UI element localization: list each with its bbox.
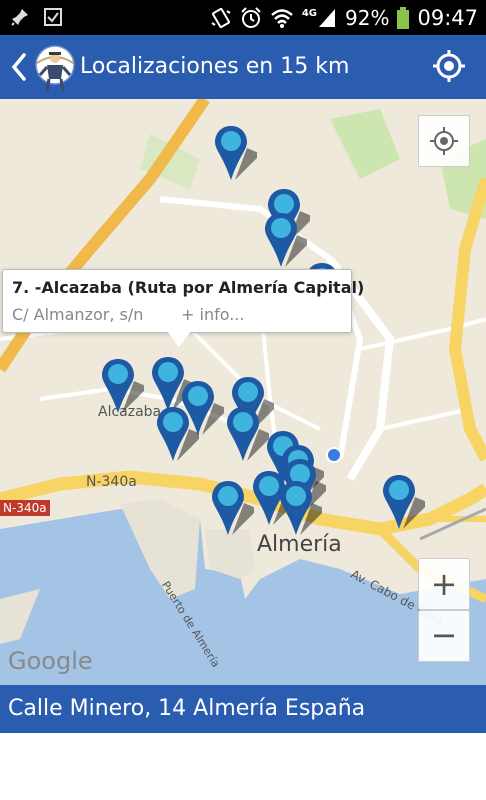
location-pin-icon[interactable] xyxy=(225,405,273,463)
address-bar: Calle Minero, 14 Almería España xyxy=(0,685,486,733)
location-pin-icon[interactable] xyxy=(213,124,261,182)
checkbox-icon xyxy=(44,8,62,26)
road-sign-text: N-340a xyxy=(3,501,47,515)
current-address: Calle Minero, 14 Almería España xyxy=(8,696,366,721)
location-pin-icon[interactable] xyxy=(100,357,148,415)
map-view[interactable]: Alcazaba Almería N-340a N-340a Puerto de… xyxy=(0,99,486,685)
location-pin-icon[interactable] xyxy=(155,405,203,463)
app-logo-icon[interactable] xyxy=(34,41,76,93)
locate-icon[interactable] xyxy=(432,49,466,87)
clock: 09:47 xyxy=(417,5,478,30)
battery-percent: 92% xyxy=(345,5,390,30)
location-pin-icon[interactable] xyxy=(278,479,326,537)
signal-icon: 4G xyxy=(302,7,337,29)
popup-info-link[interactable]: + info... xyxy=(181,305,244,324)
page-title: Localizaciones en 15 km xyxy=(80,54,350,79)
location-pin-icon[interactable] xyxy=(381,473,429,531)
location-pin-icon[interactable] xyxy=(263,211,311,269)
vibrate-icon xyxy=(210,7,232,29)
popup-address: C/ Almanzor, s/n xyxy=(12,305,144,324)
info-popup[interactable]: 7. -Alcazaba (Ruta por Almería Capital) … xyxy=(2,269,364,347)
app-bar: Localizaciones en 15 km xyxy=(0,35,486,99)
location-pin-icon[interactable] xyxy=(210,479,258,537)
zoom-in-icon: + xyxy=(430,565,458,603)
road-label-340a-sign: N-340a xyxy=(0,500,50,516)
zoom-out-button[interactable]: − xyxy=(418,610,470,662)
road-label-n340a: N-340a xyxy=(86,474,137,490)
popup-title: 7. -Alcazaba (Ruta por Almería Capital) xyxy=(12,278,365,297)
back-arrow-icon[interactable] xyxy=(10,52,28,86)
status-bar: 4G 92% 09:47 xyxy=(0,0,486,35)
pin-icon xyxy=(10,7,30,27)
network-type: 4G xyxy=(301,7,318,19)
zoom-in-button[interactable]: + xyxy=(418,558,470,610)
zoom-out-icon: − xyxy=(430,616,458,654)
wifi-icon xyxy=(270,8,294,28)
google-logo: Google xyxy=(8,647,93,675)
alarm-icon xyxy=(240,6,262,29)
crosshair-icon xyxy=(428,125,460,161)
my-location-button[interactable] xyxy=(418,115,470,167)
battery-icon xyxy=(397,6,410,29)
popup-tail xyxy=(167,331,191,347)
